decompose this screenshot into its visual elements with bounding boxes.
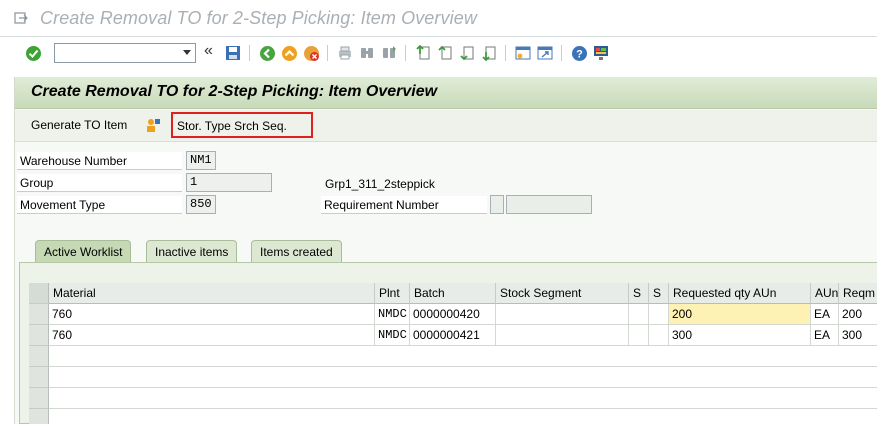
cancel-icon[interactable]: [302, 44, 320, 62]
first-page-icon[interactable]: [414, 44, 432, 62]
enter-icon[interactable]: [24, 44, 42, 62]
group-description: Grp1_311_2steppick: [325, 177, 435, 191]
separator: [505, 45, 506, 61]
empty-row: [49, 346, 877, 367]
page-title: Create Removal TO for 2-Step Picking: It…: [31, 83, 438, 100]
table-cell-plnt: NMDC: [375, 304, 410, 325]
movement-type-field[interactable]: 850: [186, 195, 216, 214]
find-icon[interactable]: [358, 44, 376, 62]
tab-active-worklist[interactable]: Active Worklist: [35, 240, 132, 263]
column-header-material[interactable]: Material: [49, 283, 375, 304]
command-field[interactable]: [54, 43, 196, 63]
help-icon[interactable]: ?: [570, 44, 588, 62]
exit-icon[interactable]: [280, 44, 298, 62]
shortcut-icon[interactable]: [536, 44, 554, 62]
print-icon[interactable]: [336, 44, 354, 62]
table-cell-material: 760: [49, 304, 375, 325]
customize-layout-icon[interactable]: [592, 44, 610, 62]
requirement-number-label: Requirement Number: [324, 198, 439, 212]
separator: [405, 45, 406, 61]
requirement-type-field[interactable]: [490, 195, 504, 214]
warehouse-number-field[interactable]: NM1: [186, 151, 216, 170]
table-cell-batch: 0000000420: [410, 304, 496, 325]
separator: [327, 45, 328, 61]
person-icon[interactable]: [145, 117, 161, 133]
separator: [249, 45, 250, 61]
last-page-icon[interactable]: [480, 44, 498, 62]
tab-inactive-items[interactable]: Inactive items: [146, 240, 238, 262]
column-header-reqm[interactable]: Reqm: [839, 283, 877, 304]
movement-type-label: Movement Type: [20, 198, 106, 212]
warehouse-number-label: Warehouse Number: [20, 154, 127, 168]
group-label-box: Group: [17, 174, 182, 192]
window-title: Create Removal TO for 2-Step Picking: It…: [40, 8, 477, 28]
table-cell-stock-segment: [496, 304, 629, 325]
requirement-number-label-box: Requirement Number: [321, 196, 487, 214]
find-next-icon[interactable]: [380, 44, 398, 62]
requested-qty-input[interactable]: 300: [669, 325, 811, 346]
table-cell-plnt: NMDC: [375, 325, 410, 346]
row-selector[interactable]: [29, 388, 49, 409]
table-cell-s2: [649, 325, 669, 346]
standard-toolbar: « ?: [0, 37, 877, 69]
dropdown-arrow-icon[interactable]: [183, 50, 191, 55]
group-label: Group: [20, 176, 54, 190]
row-selector[interactable]: [29, 304, 49, 325]
row-selector[interactable]: [29, 325, 49, 346]
table-cell-stock-segment: [496, 325, 629, 346]
table-cell-s1: [629, 304, 649, 325]
column-header-aun[interactable]: AUn: [811, 283, 839, 304]
table-cell-material: 760: [49, 325, 375, 346]
warehouse-number-label-box: Warehouse Number: [17, 152, 182, 170]
row-selector[interactable]: [29, 346, 49, 367]
table-cell-s2: [649, 304, 669, 325]
menu-icon[interactable]: [14, 11, 28, 25]
column-header-plnt[interactable]: Plnt: [375, 283, 410, 304]
app-header: Create Removal TO for 2-Step Picking: It…: [15, 77, 877, 109]
separator: [561, 45, 562, 61]
tab-items-created[interactable]: Items created: [251, 240, 342, 262]
requirement-number-field[interactable]: [506, 195, 592, 214]
empty-row: [49, 409, 877, 424]
table-cell-aun: EA: [811, 304, 839, 325]
empty-row: [49, 367, 877, 388]
back-icon[interactable]: [258, 44, 276, 62]
group-field[interactable]: 1: [186, 173, 272, 192]
create-session-icon[interactable]: [514, 44, 532, 62]
row-selector[interactable]: [29, 409, 49, 424]
column-header-requested-qty[interactable]: Requested qty AUn: [669, 283, 811, 304]
title-bar: Create Removal TO for 2-Step Picking: It…: [0, 0, 877, 37]
table-cell-s1: [629, 325, 649, 346]
table-cell-aun: EA: [811, 325, 839, 346]
row-selector[interactable]: [29, 367, 49, 388]
table-cell-batch: 0000000421: [410, 325, 496, 346]
stor-type-srch-seq-label: Stor. Type Srch Seq.: [177, 119, 287, 133]
items-table: Material Plnt Batch Stock Segment S S Re…: [29, 283, 877, 424]
previous-page-icon[interactable]: [436, 44, 454, 62]
stor-type-srch-seq-button[interactable]: Stor. Type Srch Seq.: [171, 112, 313, 138]
column-header-stock-segment[interactable]: Stock Segment: [496, 283, 629, 304]
application-area: Create Removal TO for 2-Step Picking: It…: [14, 77, 877, 424]
column-header-batch[interactable]: Batch: [410, 283, 496, 304]
collapse-chevron-icon[interactable]: «: [204, 42, 213, 60]
save-icon[interactable]: [224, 44, 242, 62]
requested-qty-input[interactable]: 200: [669, 304, 811, 325]
column-header-s1[interactable]: S: [629, 283, 649, 304]
svg-text:?: ?: [576, 48, 583, 60]
empty-row: [49, 388, 877, 409]
table-cell-reqm: 200: [839, 304, 877, 325]
select-all-cell[interactable]: [29, 283, 49, 304]
next-page-icon[interactable]: [458, 44, 476, 62]
generate-to-item-button[interactable]: Generate TO Item: [31, 118, 127, 132]
application-toolbar: Generate TO Item Stor. Type Srch Seq.: [15, 110, 877, 142]
table-cell-reqm: 300: [839, 325, 877, 346]
movement-type-label-box: Movement Type: [17, 196, 182, 214]
column-header-s2[interactable]: S: [649, 283, 669, 304]
